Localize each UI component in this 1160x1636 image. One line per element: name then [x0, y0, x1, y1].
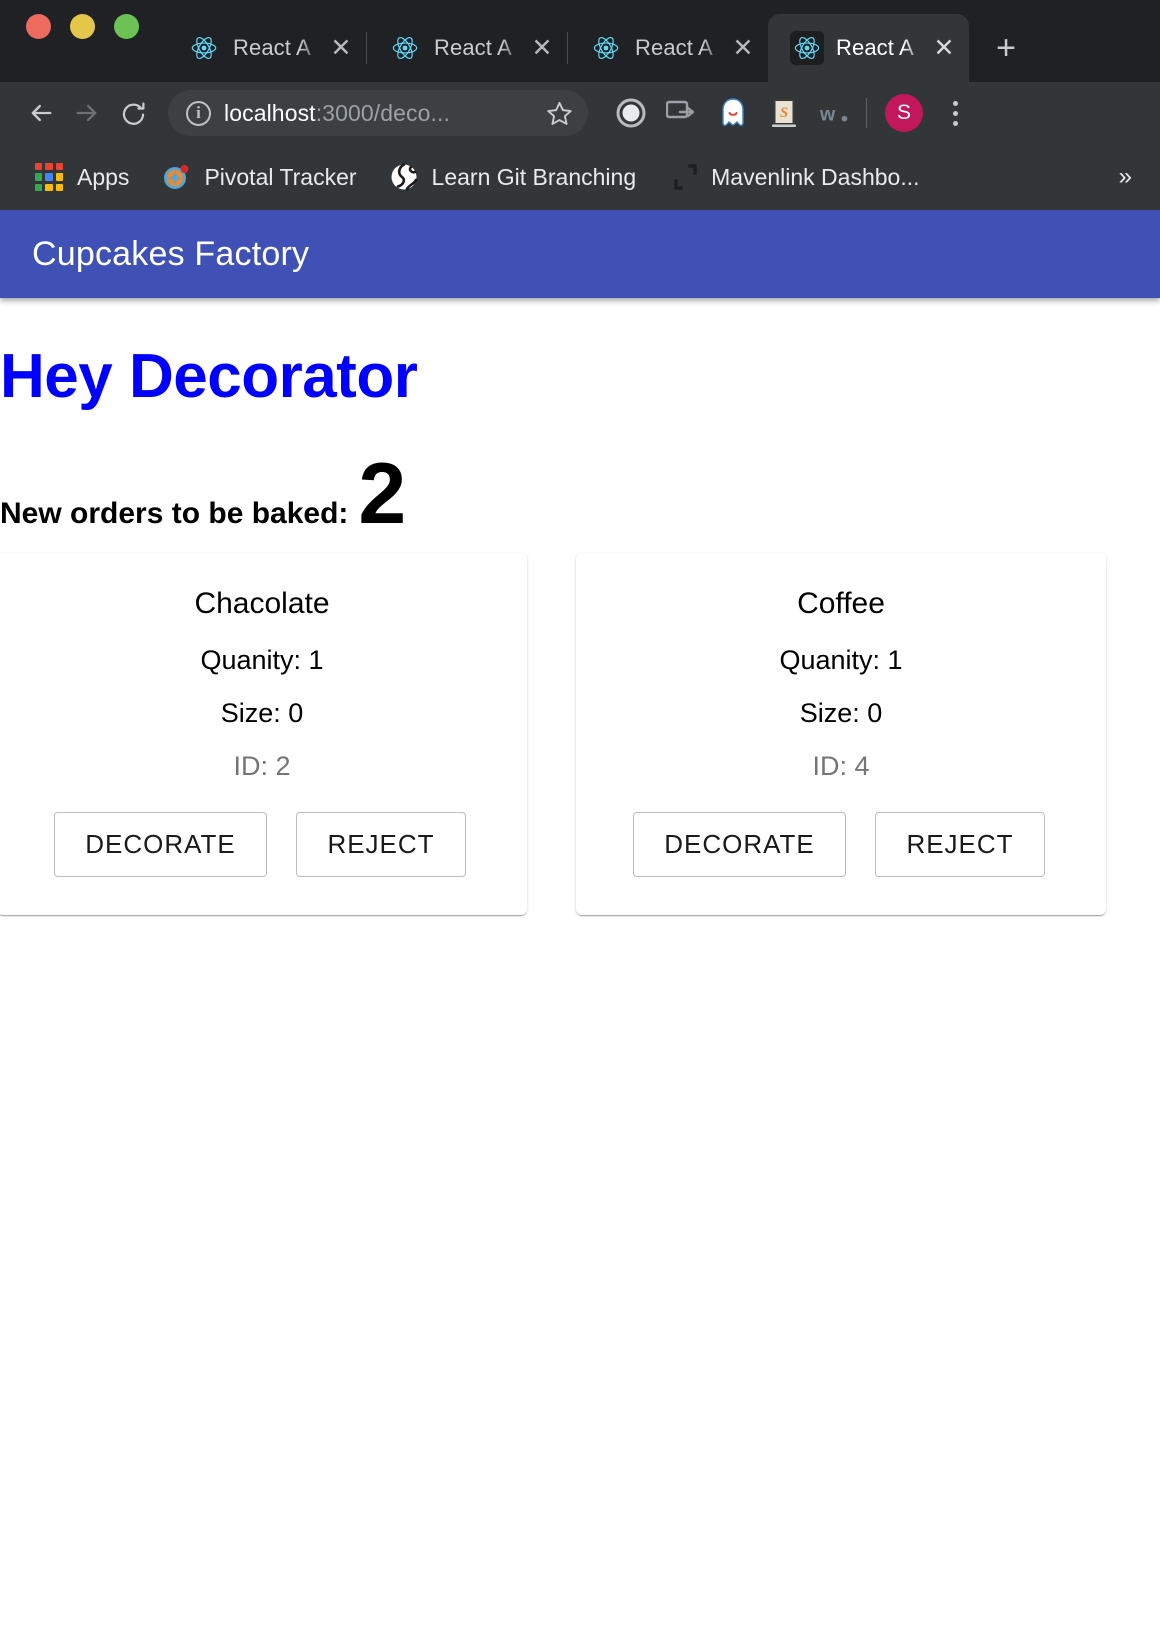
orders-summary: New orders to be baked: 2: [0, 446, 1160, 542]
tab-title: React A: [434, 35, 512, 60]
browser-tab-3[interactable]: React A ✕: [567, 14, 768, 82]
browser-window: React A ✕ React A ✕ React A ✕ React A ✕ …: [0, 0, 1160, 1636]
bookmark-label: Learn Git Branching: [431, 163, 637, 190]
bookmark-label: Pivotal Tracker: [204, 163, 357, 190]
kebab-dot: [952, 100, 958, 106]
decorate-button[interactable]: DECORATE: [633, 812, 846, 877]
react-icon: [187, 31, 221, 65]
react-icon: [589, 31, 623, 65]
orders-count: 2: [358, 446, 407, 542]
address-bar[interactable]: i localhost:3000/deco...: [168, 90, 588, 136]
close-icon[interactable]: ✕: [929, 33, 959, 63]
app-title: Cupcakes Factory: [32, 234, 310, 273]
wappalyzer-extension-icon[interactable]: w: [818, 96, 852, 130]
tab-title: React A: [635, 35, 713, 60]
minimize-window-button[interactable]: [70, 13, 95, 39]
bookmark-learn-git-branching[interactable]: Learn Git Branching: [373, 154, 653, 200]
forward-arrow-icon[interactable]: [64, 90, 110, 136]
browser-tab-1[interactable]: React A ✕: [165, 14, 367, 82]
globe-icon: [389, 162, 419, 192]
svg-text:w: w: [819, 104, 836, 126]
bookmarks-overflow-button[interactable]: »: [1105, 163, 1146, 191]
close-icon[interactable]: ✕: [527, 33, 557, 63]
new-tab-button[interactable]: +: [977, 14, 1035, 82]
browser-toolbar: i localhost:3000/deco... S w S: [0, 82, 1160, 144]
order-card: Coffee Quanity: 1 Size: 0 ID: 4 DECORATE…: [576, 553, 1106, 915]
page-title: Hey Decorator: [0, 342, 418, 411]
page-viewport: Cupcakes Factory Hey Decorator New order…: [0, 210, 1160, 1636]
order-quantity: Quanity: 1: [200, 645, 324, 675]
order-quantity: Quanity: 1: [779, 645, 903, 675]
tab-strip: React A ✕ React A ✕ React A ✕ React A ✕ …: [0, 0, 1160, 82]
bookmark-mavenlink-dashboard[interactable]: Mavenlink Dashbo...: [652, 154, 935, 200]
url-host: localhost: [224, 99, 316, 126]
close-icon[interactable]: ✕: [326, 33, 356, 63]
kebab-dot: [952, 110, 958, 116]
profile-avatar[interactable]: S: [885, 94, 923, 132]
tab-list: React A ✕ React A ✕ React A ✕ React A ✕: [165, 0, 969, 82]
order-id: ID: 4: [812, 751, 870, 781]
screencast-extension-icon[interactable]: [665, 96, 699, 130]
window-controls: [14, 0, 165, 82]
order-id: ID: 2: [233, 751, 291, 781]
reject-button[interactable]: REJECT: [296, 812, 466, 877]
order-card: Chacolate Quanity: 1 Size: 0 ID: 2 DECOR…: [0, 553, 527, 915]
ghost-extension-icon[interactable]: [716, 96, 750, 130]
bookmark-label: Apps: [77, 163, 130, 190]
kebab-menu-icon[interactable]: [935, 93, 975, 133]
react-icon: [790, 31, 824, 65]
toolbar-divider: [866, 98, 867, 128]
url-text: localhost:3000/deco...: [224, 100, 531, 127]
grammarly-extension-icon[interactable]: [614, 96, 648, 130]
extension-icons: S w: [614, 96, 852, 130]
bookmark-apps[interactable]: Apps: [18, 154, 145, 200]
close-icon[interactable]: ✕: [728, 33, 758, 63]
mavenlink-icon: [668, 162, 698, 192]
browser-tab-4-active[interactable]: React A ✕: [768, 14, 969, 82]
kebab-dot: [952, 120, 958, 126]
tab-title: React A: [836, 35, 914, 60]
apps-grid-shape: [35, 163, 63, 191]
pivotal-tracker-icon: [161, 162, 191, 192]
browser-tab-2[interactable]: React A ✕: [366, 14, 568, 82]
page-content: Hey Decorator New orders to be baked: 2 …: [0, 298, 1160, 915]
sublime-extension-icon[interactable]: S: [767, 96, 801, 130]
reload-icon[interactable]: [110, 90, 156, 136]
svg-text:S: S: [780, 105, 788, 121]
bookmark-label: Mavenlink Dashbo...: [711, 163, 920, 190]
star-icon[interactable]: [544, 98, 574, 128]
close-window-button[interactable]: [26, 13, 51, 39]
url-path: :3000/deco...: [315, 99, 450, 126]
info-circle-icon[interactable]: i: [186, 100, 211, 126]
order-size: Size: 0: [220, 698, 304, 728]
order-card-actions: DECORATE REJECT: [576, 812, 1106, 877]
bookmarks-bar: Apps Pivotal Tracker Learn Git Branching…: [0, 144, 1160, 210]
decorate-button[interactable]: DECORATE: [54, 812, 267, 877]
bookmark-pivotal-tracker[interactable]: Pivotal Tracker: [145, 154, 372, 200]
order-card-actions: DECORATE REJECT: [0, 812, 527, 877]
reject-button[interactable]: REJECT: [875, 812, 1045, 877]
order-flavor: Coffee: [797, 587, 885, 620]
back-arrow-icon[interactable]: [18, 90, 64, 136]
order-flavor: Chacolate: [194, 587, 330, 620]
react-icon: [388, 31, 422, 65]
tab-title: React A: [233, 35, 311, 60]
apps-grid-icon: [34, 162, 64, 192]
orders-label: New orders to be baked:: [0, 497, 349, 530]
app-bar: Cupcakes Factory: [0, 210, 1160, 298]
maximize-window-button[interactable]: [114, 13, 139, 39]
order-card-list: Chacolate Quanity: 1 Size: 0 ID: 2 DECOR…: [0, 553, 1160, 915]
order-size: Size: 0: [799, 698, 883, 728]
